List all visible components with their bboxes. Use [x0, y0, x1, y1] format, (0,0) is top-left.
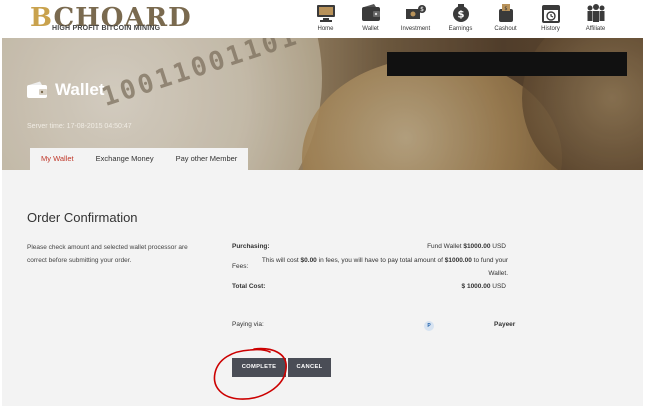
fees-description: This will cost $0.00 in fees, you will h…: [258, 255, 508, 280]
nav-item-cashout[interactable]: $ Cashout: [483, 3, 528, 32]
paying-via-label: Paying via:: [232, 321, 264, 328]
nav-label: Wallet: [362, 26, 379, 32]
payment-processor: Payeer: [494, 321, 516, 328]
svg-text:$: $: [420, 6, 424, 13]
nav-item-affiliate[interactable]: Affiliate: [573, 3, 618, 32]
purchasing-value: Fund Wallet $1000.00 USD: [427, 243, 506, 250]
tab-exchange-money[interactable]: Exchange Money: [85, 148, 165, 170]
page-title: Wallet: [26, 80, 104, 100]
earnings-icon: $: [452, 4, 469, 22]
total-cost-label: Total Cost:: [232, 283, 266, 290]
history-icon: [541, 5, 560, 23]
tab-my-wallet[interactable]: My Wallet: [30, 148, 85, 170]
section-title: Order Confirmation: [27, 210, 138, 225]
nav-item-home[interactable]: Home: [303, 3, 348, 32]
nav-label: Investment: [400, 26, 431, 32]
nav-label: Home: [317, 26, 334, 32]
server-time: Server time: 17-08-2015 04:50:47: [27, 123, 132, 130]
annotation-circle: [213, 347, 287, 400]
payeer-icon: P: [424, 321, 434, 331]
purchasing-label: Purchasing:: [232, 243, 270, 250]
redacted-box: [387, 52, 627, 76]
nav-label: Cashout: [494, 26, 517, 32]
affiliate-icon: [587, 4, 604, 22]
fees-amount: $0.00: [300, 257, 317, 264]
nav-item-earnings[interactable]: $ Earnings: [438, 3, 483, 32]
home-monitor-icon: [316, 5, 335, 22]
total-currency: USD: [492, 283, 506, 290]
investment-icon: $: [405, 5, 426, 19]
main-nav: Home Wallet $ Investment $ Earnings $ Ca…: [303, 3, 618, 32]
nav-label: Affiliate: [585, 26, 606, 32]
order-confirmation-panel: Order Confirmation Please check amount a…: [2, 170, 643, 406]
fees-total: $1000.00: [444, 257, 472, 264]
cancel-button[interactable]: CANCEL: [288, 358, 331, 377]
logo-tagline: HIGH PROFIT BITCOIN MINING: [52, 25, 161, 32]
fees-text: to fund your Wallet.: [473, 257, 508, 277]
tab-pay-other-member[interactable]: Pay other Member: [165, 148, 249, 170]
total-amount: $ 1000.00: [461, 283, 491, 290]
nav-label: History: [541, 26, 560, 32]
nav-item-investment[interactable]: $ Investment: [393, 3, 438, 32]
purchasing-prefix: Fund Wallet: [427, 243, 462, 250]
fees-text: in fees, you will have to pay total amou…: [318, 257, 443, 264]
order-description: Please check amount and selected wallet …: [27, 244, 188, 264]
purchasing-amount: $1000.00: [463, 243, 491, 250]
total-cost-value: $ 1000.00 USD: [462, 283, 506, 290]
fees-text: This will cost: [261, 257, 299, 264]
wallet-icon: [361, 4, 380, 21]
fees-label: Fees:: [232, 263, 249, 270]
nav-label: Earnings: [448, 26, 473, 32]
nav-item-history[interactable]: History: [528, 3, 573, 32]
page-title-text: Wallet: [55, 80, 105, 99]
nav-item-wallet[interactable]: Wallet: [348, 3, 393, 32]
wallet-tabs: My Wallet Exchange Money Pay other Membe…: [30, 148, 249, 170]
svg-text:$: $: [504, 6, 507, 12]
top-header: BCHOARD HIGH PROFIT BITCOIN MINING Home …: [0, 0, 646, 38]
cashout-icon: $: [498, 4, 513, 22]
purchasing-currency: USD: [492, 243, 506, 250]
wallet-icon: [27, 81, 47, 98]
page-banner: 10011001101 Wallet Server time: 17-08-20…: [2, 38, 643, 170]
svg-text:$: $: [457, 10, 464, 21]
